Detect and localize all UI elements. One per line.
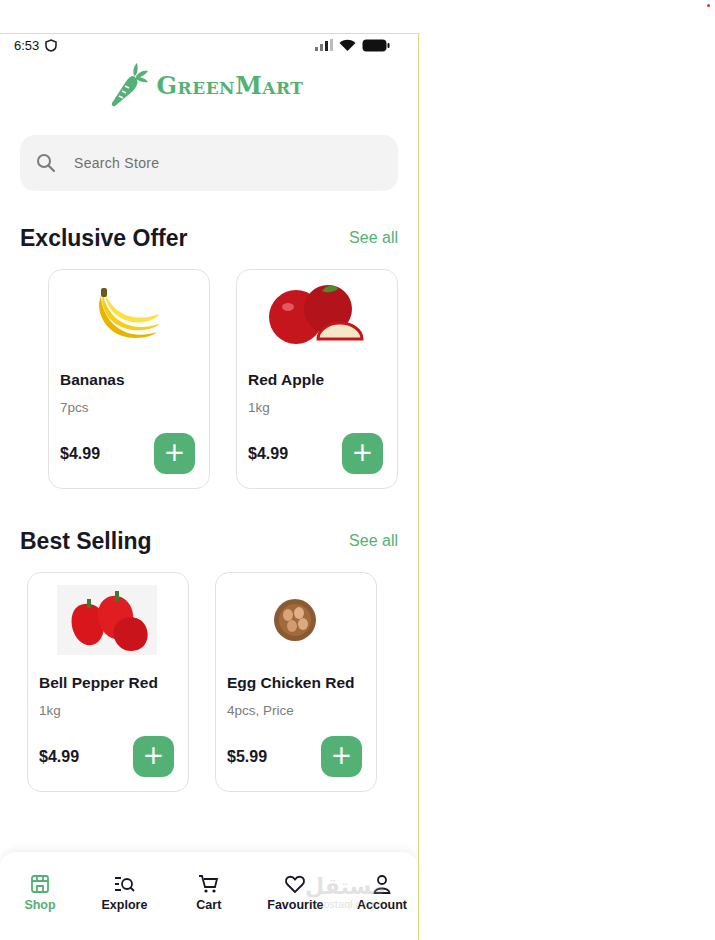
notification-dot: [707, 4, 710, 7]
product-price: $5.99: [227, 748, 267, 766]
nav-label: Cart: [196, 898, 221, 912]
product-card[interactable]: Bell Pepper Red 1kg $4.99 +: [27, 572, 189, 792]
product-name: Bananas: [60, 368, 195, 392]
see-all-link[interactable]: See all: [349, 229, 398, 247]
product-card[interactable]: Egg Chicken Red 4pcs, Price $5.99 +: [215, 572, 377, 792]
product-unit: 1kg: [39, 703, 174, 718]
product-image: [227, 583, 362, 657]
watermark: مستقل mostaql.com: [305, 876, 385, 911]
add-button[interactable]: +: [133, 736, 174, 777]
product-image: [60, 280, 195, 354]
apple-image: [266, 281, 366, 353]
product-row: Bananas 7pcs $4.99 + Red Apple 1kg $4.99…: [0, 269, 418, 489]
carrot-icon: [109, 63, 149, 107]
nav-label: Explore: [101, 898, 147, 912]
price-row: $4.99 +: [248, 421, 383, 474]
nav-item[interactable]: Account: [356, 873, 408, 912]
bell-pepper-image: [57, 585, 157, 655]
product-image: [248, 280, 383, 354]
nav-item[interactable]: Favourite: [267, 873, 323, 912]
add-button[interactable]: +: [321, 736, 362, 777]
product-row: Bell Pepper Red 1kg $4.99 + Egg Chicken …: [0, 572, 418, 792]
shield-icon: [45, 39, 57, 52]
cart-icon: [198, 873, 220, 895]
shop-icon: [29, 873, 51, 895]
product-section: Exclusive Offer See all Bananas 7pcs $4.…: [0, 224, 418, 489]
status-bar: 6:53: [0, 34, 418, 56]
product-card[interactable]: Red Apple 1kg $4.99 +: [236, 269, 398, 489]
price-row: $5.99 +: [227, 724, 362, 777]
price-row: $4.99 +: [60, 421, 195, 474]
price-row: $4.99 +: [39, 724, 174, 777]
product-card[interactable]: Bananas 7pcs $4.99 +: [48, 269, 210, 489]
product-unit: 7pcs: [60, 400, 195, 415]
product-name: Red Apple: [248, 368, 383, 392]
see-all-link[interactable]: See all: [349, 532, 398, 550]
product-name: Bell Pepper Red: [39, 671, 174, 695]
logo: GreenMart: [0, 62, 418, 108]
logo-text: GreenMart: [157, 71, 304, 100]
product-section: Best Selling See all Bell Pepper Red 1kg…: [0, 527, 418, 792]
nav-label: Favourite: [267, 898, 323, 912]
add-button[interactable]: +: [342, 433, 383, 474]
nav-item[interactable]: Shop: [14, 873, 66, 912]
watermark-latin: mostaql.com: [314, 898, 376, 911]
status-time: 6:53: [14, 38, 39, 53]
product-image: [39, 583, 174, 657]
product-unit: 4pcs, Price: [227, 703, 362, 718]
banana-image: [93, 286, 163, 348]
product-name: Egg Chicken Red: [227, 671, 362, 695]
search-placeholder: Search Store: [74, 155, 159, 171]
content: Exclusive Offer See all Bananas 7pcs $4.…: [0, 191, 418, 852]
search-field[interactable]: Search Store: [20, 135, 398, 191]
heart-icon: [284, 873, 306, 895]
signal-icon: [315, 39, 333, 51]
product-unit: 1kg: [248, 400, 383, 415]
account-icon: [371, 873, 393, 895]
page: 6:53 GreenMart Search Store Exclusive Of…: [0, 0, 715, 940]
explore-icon: [113, 873, 135, 895]
phone-screen: 6:53 GreenMart Search Store Exclusive Of…: [0, 33, 419, 940]
product-price: $4.99: [39, 748, 79, 766]
nav-item[interactable]: Cart: [183, 873, 235, 912]
search-icon: [36, 153, 56, 173]
product-price: $4.99: [60, 445, 100, 463]
section-header: Best Selling See all: [0, 527, 418, 555]
nav-item[interactable]: Explore: [98, 873, 150, 912]
battery-icon: [362, 39, 390, 52]
nav-label: Account: [357, 898, 407, 912]
nav-label: Shop: [24, 898, 55, 912]
section-title: Best Selling: [20, 528, 152, 555]
wifi-icon: [339, 39, 356, 52]
watermark-arabic: مستقل: [305, 876, 385, 898]
product-price: $4.99: [248, 445, 288, 463]
egg-basket-image: [272, 597, 318, 643]
section-title: Exclusive Offer: [20, 225, 187, 252]
section-header: Exclusive Offer See all: [0, 224, 418, 252]
bottom-nav: Shop Explore Cart Favourite Account مستق…: [0, 852, 418, 940]
add-button[interactable]: +: [154, 433, 195, 474]
